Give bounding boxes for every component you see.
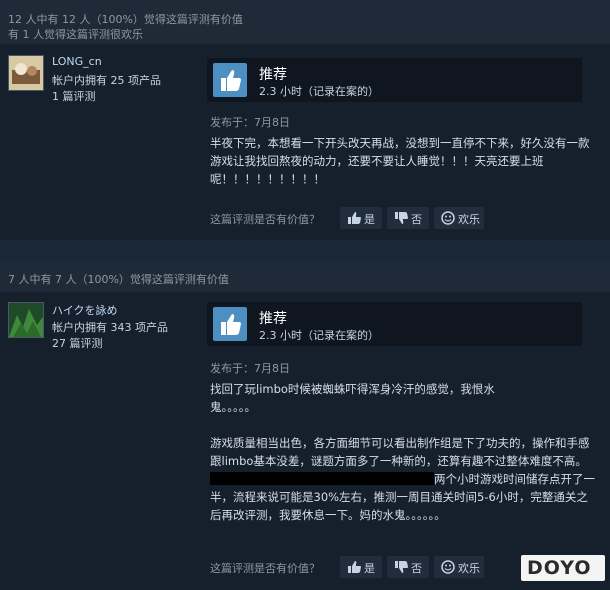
funny-summary: 有 1 人觉得这篇评测很欢乐 bbox=[8, 28, 143, 41]
author-name[interactable]: LONG_cn bbox=[52, 55, 102, 68]
vote-funny-label: 欢乐 bbox=[458, 562, 480, 575]
verdict-box: 推荐 2.3 小时（记录在案的） bbox=[207, 302, 582, 346]
review-text: 游戏质量相当出色，各方面细节可以看出制作组是下了功夫的，操作和手感跟limbo基… bbox=[210, 436, 590, 468]
verdict-box: 推荐 2.3 小时（记录在案的） bbox=[207, 58, 582, 102]
verdict-label: 推荐 bbox=[259, 67, 287, 83]
vote-funny-button[interactable]: 欢乐 bbox=[434, 207, 484, 229]
thumbs-down-icon bbox=[395, 212, 408, 224]
vote-yes-button[interactable]: 是 bbox=[340, 556, 382, 578]
smiley-icon bbox=[441, 211, 455, 225]
vote-no-button[interactable]: 否 bbox=[387, 556, 429, 578]
vote-no-label: 否 bbox=[411, 213, 422, 226]
avatar-image-icon bbox=[9, 303, 43, 337]
author-products[interactable]: 帐户内拥有 25 项产品 bbox=[52, 72, 161, 88]
vote-yes-button[interactable]: 是 bbox=[340, 207, 382, 229]
vote-no-label: 否 bbox=[411, 562, 422, 575]
author-products[interactable]: 帐户内拥有 343 项产品 bbox=[52, 319, 168, 335]
review-body: 找回了玩limbo时候被蜘蛛吓得浑身冷汗的感觉，我恨水鬼。。。。。 bbox=[210, 380, 530, 416]
thumbs-up-icon bbox=[213, 307, 247, 341]
smiley-icon bbox=[441, 560, 455, 574]
vote-yes-label: 是 bbox=[364, 562, 375, 575]
review-body: 游戏质量相当出色，各方面细节可以看出制作组是下了功夫的，操作和手感跟limbo基… bbox=[210, 434, 595, 524]
vote-question: 这篇评测是否有价值？ bbox=[210, 562, 320, 575]
vote-no-button[interactable]: 否 bbox=[387, 207, 429, 229]
review-paragraph: 半夜下完，本想看一下开头改天再战，没想到一直停不下来，好久没有一款游戏让我找回熬… bbox=[210, 136, 590, 186]
posted-date: 发布于：7月8日 bbox=[210, 362, 290, 375]
author-reviews[interactable]: 27 篇评测 bbox=[52, 335, 103, 351]
vote-question: 这篇评测是否有价值？ bbox=[210, 213, 320, 226]
helpful-summary: 7 人中有 7 人（100%）觉得这篇评测有价值 bbox=[8, 273, 229, 286]
posted-date: 发布于：7月8日 bbox=[210, 116, 290, 129]
review-header: 7 人中有 7 人（100%）觉得这篇评测有价值 bbox=[0, 262, 610, 292]
review-header: 12 人中有 12 人（100%）觉得这篇评测有价值 有 1 人觉得这篇评测很欢… bbox=[0, 0, 610, 44]
author-reviews[interactable]: 1 篇评测 bbox=[52, 88, 96, 104]
thumbs-up-icon bbox=[213, 63, 247, 97]
review-paragraph: 找回了玩limbo时候被蜘蛛吓得浑身冷汗的感觉，我恨水鬼。。。。。 bbox=[210, 382, 495, 414]
hours-played: 2.3 小时（记录在案的） bbox=[259, 85, 379, 98]
verdict-label: 推荐 bbox=[259, 311, 287, 327]
avatar-image-icon bbox=[9, 56, 43, 90]
review-card: 7 人中有 7 人（100%）觉得这篇评测有价值 ハイクを詠め 帐户内拥有 34… bbox=[0, 262, 610, 590]
thumbs-up-icon bbox=[348, 212, 361, 224]
helpful-summary: 12 人中有 12 人（100%）觉得这篇评测有价值 bbox=[8, 13, 243, 26]
review-body: 半夜下完，本想看一下开头改天再战，没想到一直停不下来，好久没有一款游戏让我找回熬… bbox=[210, 134, 595, 188]
vote-yes-label: 是 bbox=[364, 213, 375, 226]
avatar[interactable] bbox=[8, 55, 44, 91]
watermark-text: DOYO bbox=[527, 557, 592, 579]
avatar[interactable] bbox=[8, 302, 44, 338]
thumbs-down-icon bbox=[395, 561, 408, 573]
watermark-logo: DOYO bbox=[521, 555, 605, 581]
vote-funny-label: 欢乐 bbox=[458, 213, 480, 226]
thumbs-up-icon bbox=[348, 561, 361, 573]
review-card: 12 人中有 12 人（100%）觉得这篇评测有价值 有 1 人觉得这篇评测很欢… bbox=[0, 0, 610, 240]
hours-played: 2.3 小时（记录在案的） bbox=[259, 329, 379, 342]
author-name[interactable]: ハイクを詠め bbox=[52, 302, 118, 318]
vote-funny-button[interactable]: 欢乐 bbox=[434, 556, 484, 578]
review-paragraph: 游戏质量相当出色，各方面细节可以看出制作组是下了功夫的，操作和手感跟limbo基… bbox=[210, 434, 595, 524]
redacted-block bbox=[210, 472, 434, 485]
